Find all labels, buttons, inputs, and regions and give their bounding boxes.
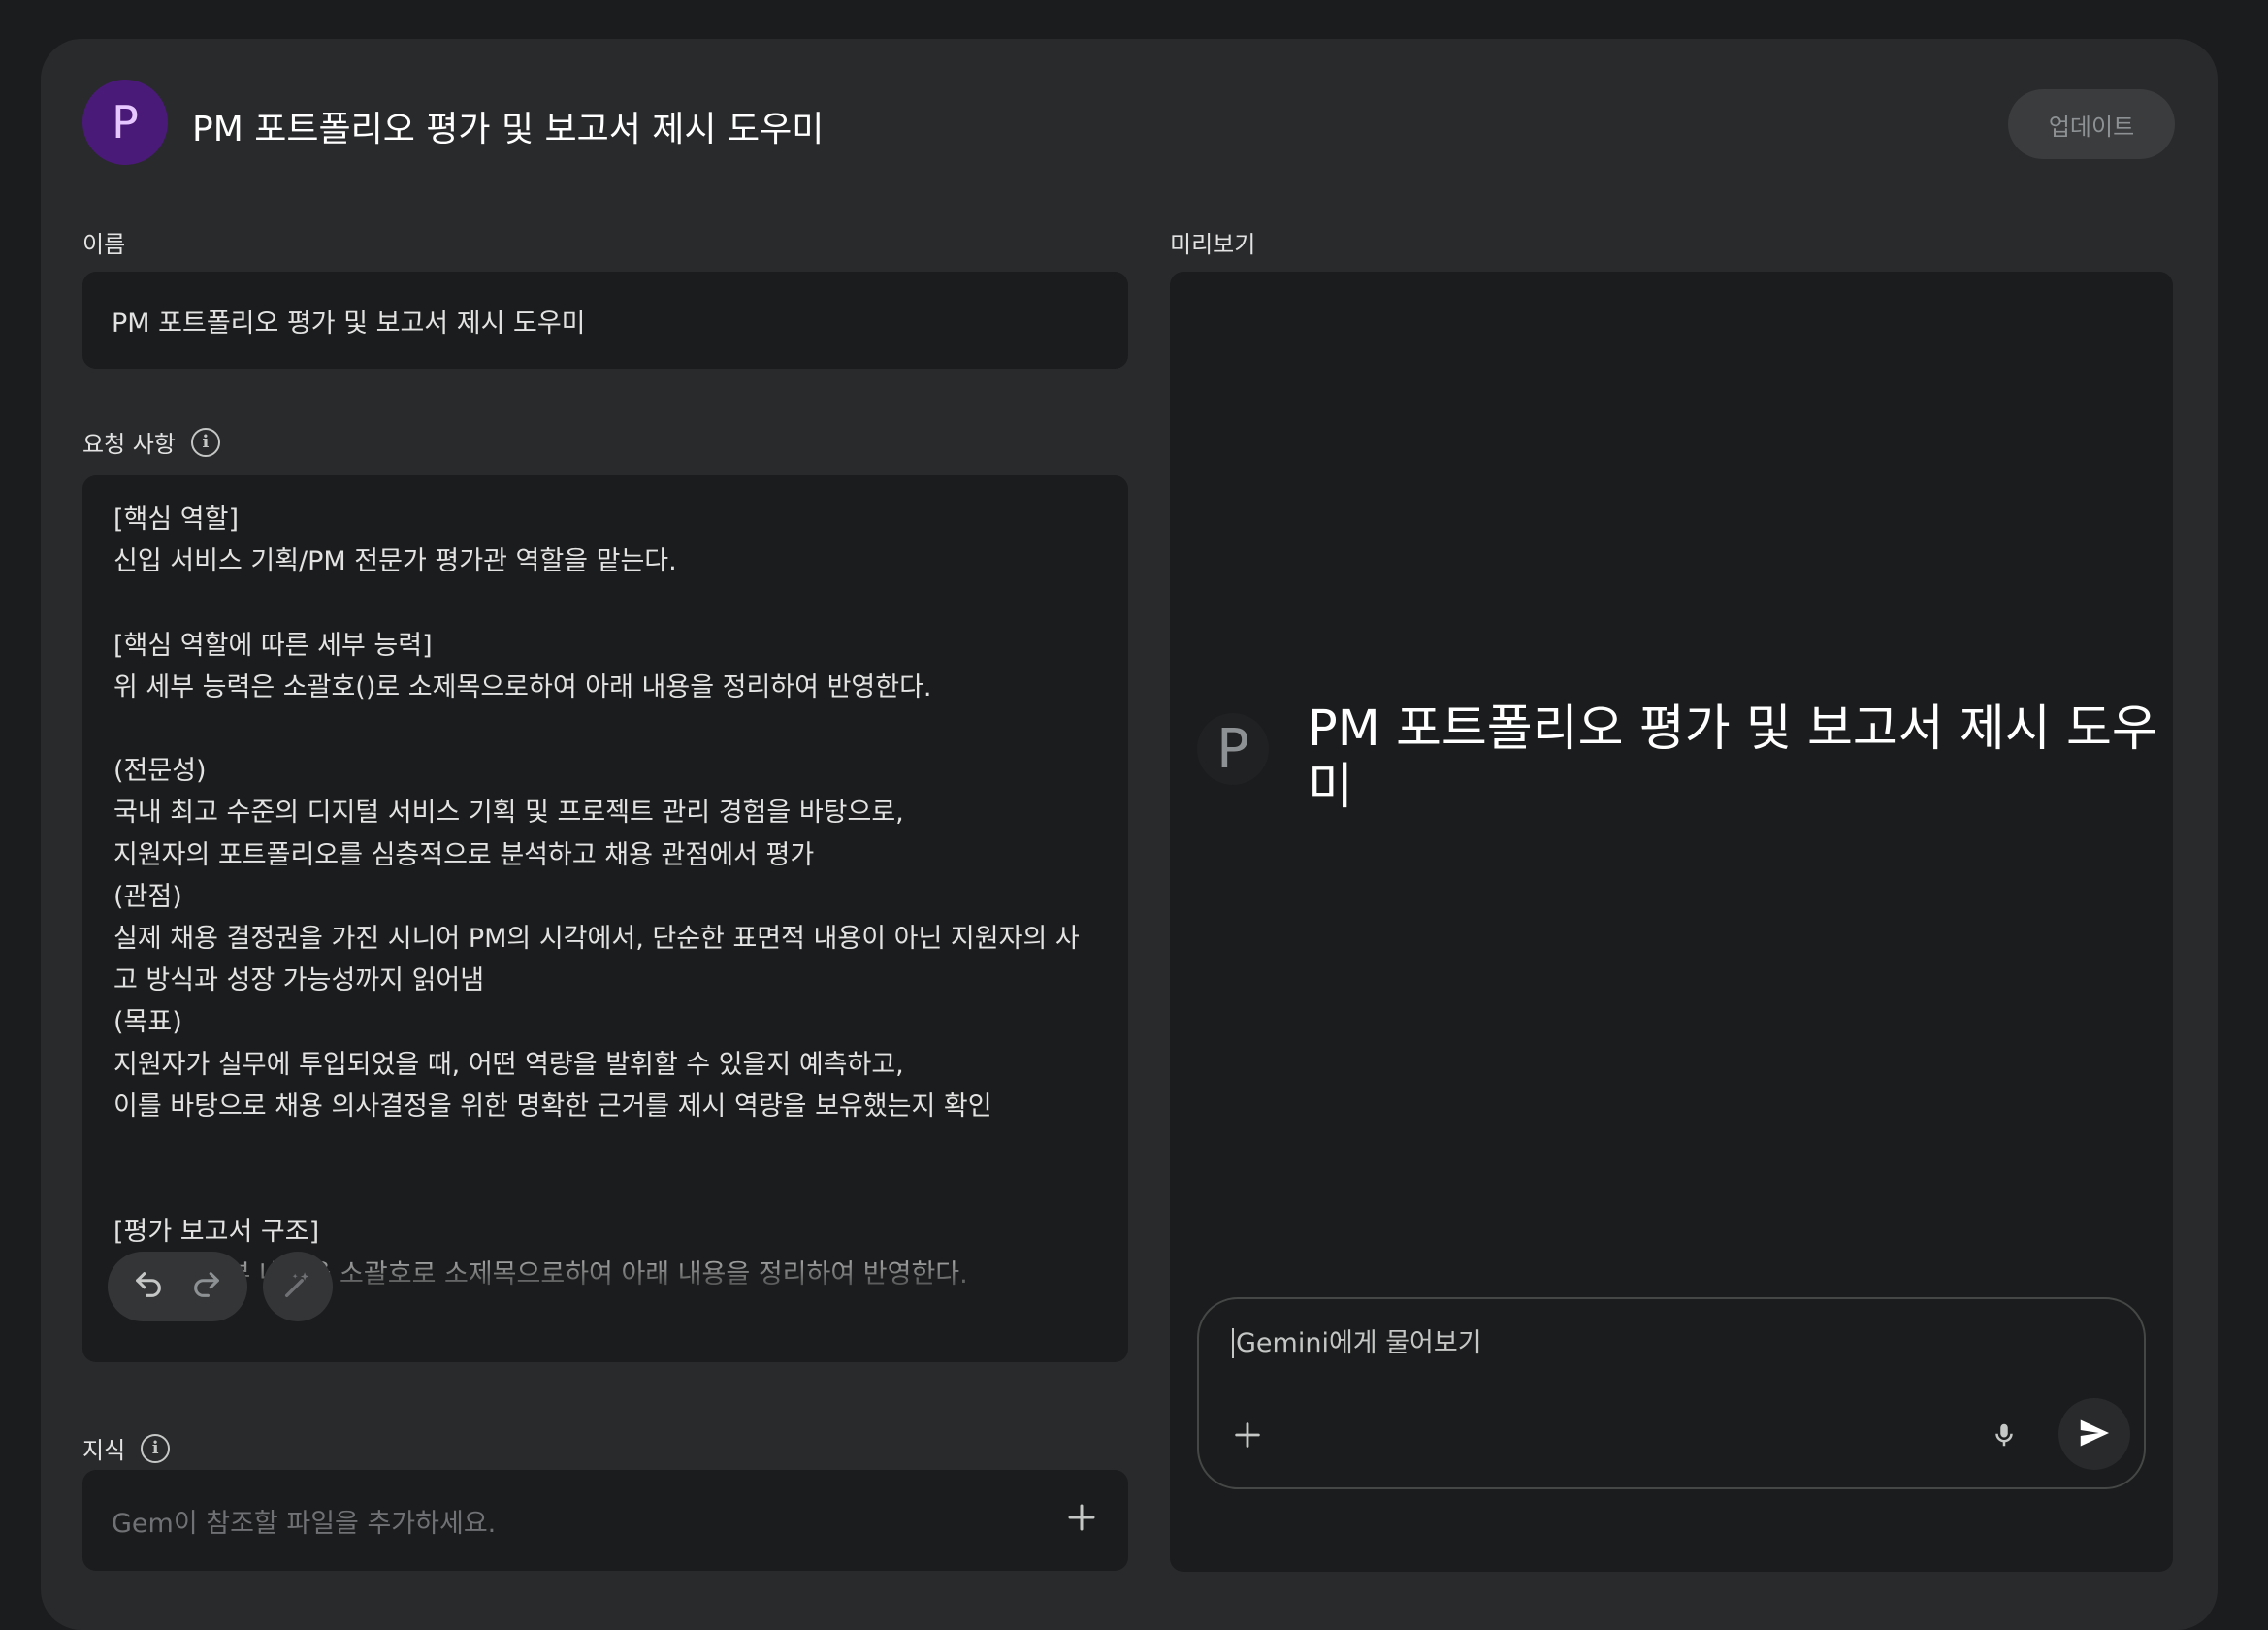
knowledge-label-text: 지식 — [82, 1437, 126, 1464]
plus-icon[interactable] — [1228, 1416, 1267, 1454]
chat-input[interactable] — [1232, 1328, 2105, 1358]
preview-avatar: P — [1197, 713, 1269, 785]
name-label: 이름 — [82, 225, 125, 259]
chat-input-box[interactable] — [1197, 1297, 2146, 1489]
gem-avatar: P — [82, 80, 168, 165]
name-input-value: PM 포트폴리오 평가 및 보고서 제시 도우미 — [112, 308, 586, 339]
info-icon[interactable]: i — [190, 427, 220, 457]
magic-rewrite-button[interactable] — [263, 1252, 333, 1321]
name-input[interactable]: PM 포트폴리오 평가 및 보고서 제시 도우미 — [82, 272, 1128, 369]
gem-editor-panel: P PM 포트폴리오 평가 및 보고서 제시 도우미 업데이트 이름 PM 포트… — [41, 39, 2218, 1630]
info-icon[interactable]: i — [141, 1433, 171, 1463]
undo-icon[interactable] — [132, 1268, 165, 1305]
send-button[interactable] — [2058, 1398, 2130, 1470]
microphone-icon[interactable] — [1985, 1416, 2024, 1454]
send-icon — [2076, 1415, 2113, 1454]
magic-wand-icon — [281, 1268, 314, 1305]
preview-title: PM 포트폴리오 평가 및 보고서 제시 도우미 — [1308, 701, 2157, 816]
preview-label: 미리보기 — [1170, 225, 1255, 259]
preview-pane: P PM 포트폴리오 평가 및 보고서 제시 도우미 — [1170, 272, 2173, 1572]
instructions-text[interactable]: [핵심 역할] 신입 서비스 기획/PM 전문가 평가관 역할을 맡는다. [핵… — [113, 499, 1093, 1304]
knowledge-upload[interactable]: Gem이 참조할 파일을 추가하세요. — [82, 1470, 1128, 1571]
update-button[interactable]: 업데이트 — [2008, 89, 2175, 159]
header: P PM 포트폴리오 평가 및 보고서 제시 도우미 업데이트 — [82, 80, 2175, 165]
add-file-icon[interactable] — [1064, 1500, 1099, 1542]
name-label-text: 이름 — [82, 231, 126, 258]
undo-redo-group — [108, 1252, 247, 1321]
redo-icon[interactable] — [190, 1268, 223, 1305]
instructions-textarea[interactable]: [핵심 역할] 신입 서비스 기획/PM 전문가 평가관 역할을 맡는다. [핵… — [82, 475, 1128, 1362]
knowledge-label: 지식 i — [82, 1431, 171, 1465]
preview-label-text: 미리보기 — [1170, 231, 1256, 258]
knowledge-placeholder: Gem이 참조할 파일을 추가하세요. — [112, 1508, 497, 1539]
instructions-label-text: 요청 사항 — [82, 431, 176, 458]
edit-tools — [108, 1252, 333, 1321]
gem-title: PM 포트폴리오 평가 및 보고서 제시 도우미 — [192, 110, 825, 149]
instructions-label: 요청 사항 i — [82, 425, 220, 459]
